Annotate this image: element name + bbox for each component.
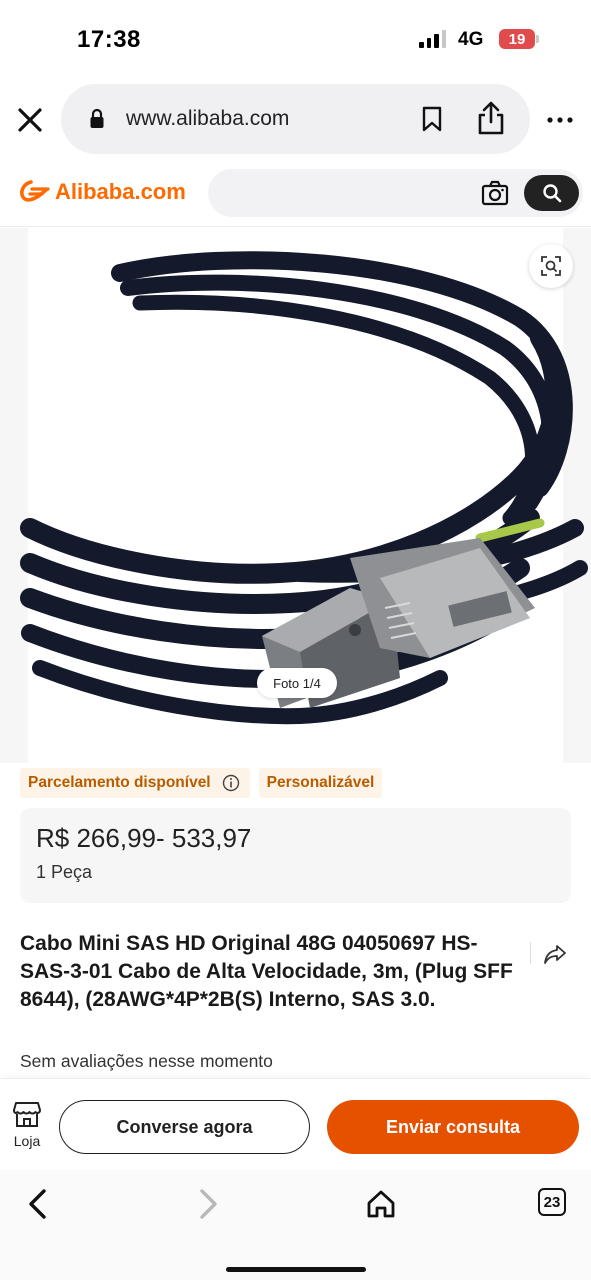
action-bar: Loja Converse agora Enviar consulta (0, 1078, 591, 1170)
network-type: 4G (458, 29, 484, 50)
forward-icon (200, 1189, 217, 1219)
camera-icon[interactable] (481, 180, 509, 206)
photo-counter: Foto 1/4 (257, 668, 337, 698)
zoom-button[interactable] (529, 244, 573, 288)
share-product-icon[interactable] (541, 940, 569, 968)
reviews-status: Sem avaliações nesse momento (20, 1051, 273, 1071)
battery-level: 19 (508, 30, 526, 48)
status-time: 17:38 (77, 26, 141, 53)
tabs-icon[interactable]: 23 (538, 1188, 566, 1216)
back-icon (29, 1189, 46, 1219)
home-indicator (226, 1267, 366, 1272)
back-button[interactable] (16, 1184, 60, 1224)
forward-button[interactable] (186, 1184, 230, 1224)
send-inquiry-button[interactable]: Enviar consulta (327, 1100, 579, 1154)
store-label: Loja (13, 1133, 41, 1149)
price-range: R$ 266,99- 533,97 (36, 823, 252, 853)
store-button[interactable]: Loja (8, 1100, 46, 1154)
status-bar: 17:38 4G 19 (0, 0, 591, 80)
signal-icon (419, 30, 446, 48)
store-icon (13, 1102, 41, 1127)
share-icon[interactable] (475, 100, 507, 136)
product-tags: Parcelamento disponível Personalizável (20, 768, 383, 798)
url-text: www.alibaba.com (126, 107, 290, 130)
close-icon[interactable] (14, 104, 46, 136)
battery-icon: 19 (499, 29, 535, 49)
more-icon[interactable] (545, 110, 575, 130)
home-button[interactable] (359, 1184, 403, 1224)
chat-now-button[interactable]: Converse agora (59, 1100, 310, 1154)
logo-text: Alibaba.com (55, 179, 186, 204)
min-order-quantity: 1 Peça (36, 862, 93, 882)
title-divider (530, 942, 531, 964)
search-button[interactable] (524, 175, 579, 211)
info-icon[interactable] (222, 774, 240, 792)
address-bar[interactable]: www.alibaba.com (61, 84, 530, 154)
installments-label: Parcelamento disponível (28, 774, 211, 791)
search-input[interactable] (208, 169, 583, 217)
battery-cap (536, 35, 539, 43)
installments-tag[interactable]: Parcelamento disponível (20, 768, 250, 798)
bookmark-icon[interactable] (421, 106, 443, 132)
tab-count: 23 (543, 1193, 561, 1211)
site-header: Alibaba.com (0, 160, 591, 227)
home-icon (367, 1190, 395, 1218)
customizable-tag: Personalizável (258, 768, 383, 798)
customizable-label: Personalizável (266, 774, 375, 791)
search-icon (542, 184, 561, 203)
zoom-icon (541, 256, 561, 276)
browser-toolbar: www.alibaba.com (0, 80, 591, 160)
lock-icon (90, 108, 104, 128)
alibaba-logo-icon (20, 180, 50, 202)
product-gallery[interactable]: Foto 1/4 (0, 228, 591, 763)
browser-bottom-nav: 23 (0, 1170, 591, 1280)
price-card: R$ 266,99- 533,97 1 Peça (20, 808, 571, 903)
alibaba-logo[interactable]: Alibaba.com (18, 178, 186, 206)
product-title: Cabo Mini SAS HD Original 48G 04050697 H… (20, 932, 513, 1011)
